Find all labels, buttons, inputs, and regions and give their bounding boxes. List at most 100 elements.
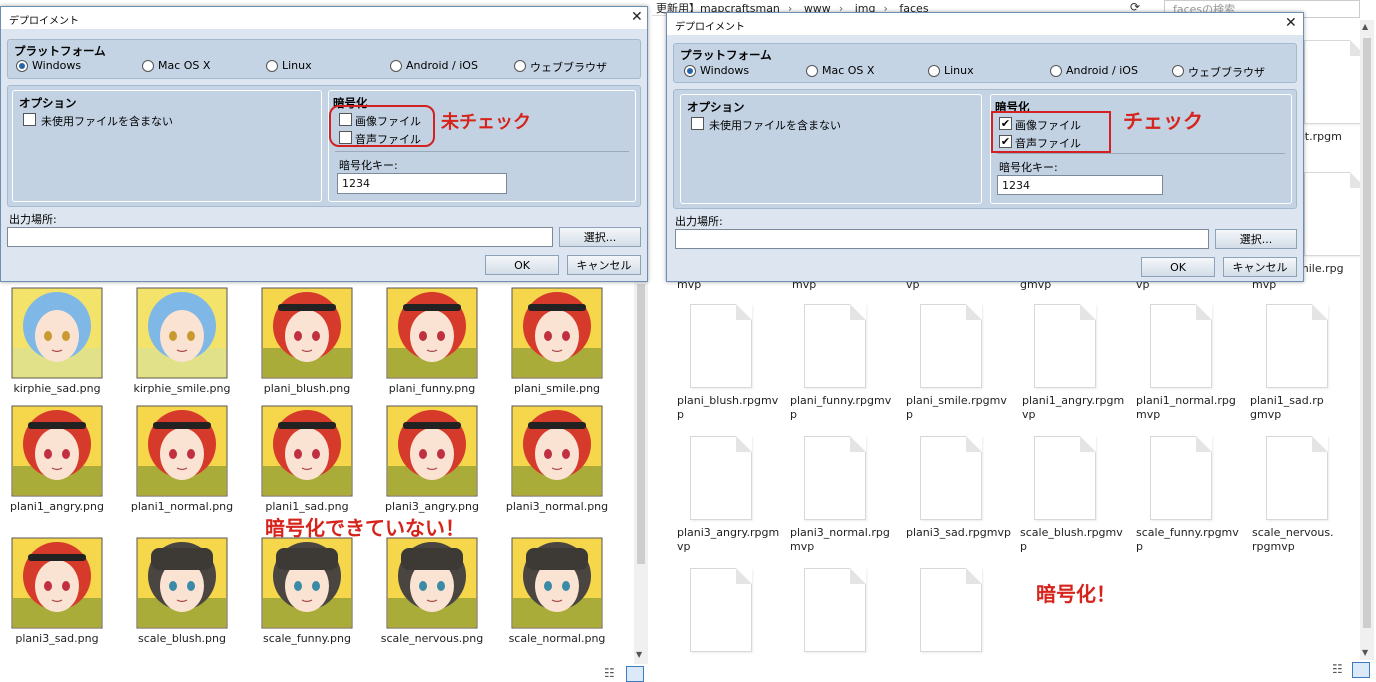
output-location-input[interactable] [7,227,553,247]
file-icon[interactable] [1266,304,1328,388]
exclude-unused-checkbox[interactable] [691,117,704,130]
file-name: scale_funny.rpgmvp [1136,526,1239,553]
file-name: scale_blush.rpgmvp [1020,526,1123,553]
file-name: plani1_sad.rpgmvp [1250,394,1324,421]
file-icon[interactable] [920,568,982,652]
file-icon[interactable] [1304,172,1366,256]
options-label: オプション [19,96,77,110]
radio-label: Android / iOS [1066,64,1138,77]
radio-label: Windows [32,59,82,72]
file-name: plani_blush.rpgmvp [677,394,779,421]
radio-linux[interactable] [266,60,278,72]
exclude-unused-label: 未使用ファイルを含まない [41,115,173,128]
radio-macos[interactable] [142,60,154,72]
file-name: kirphie_sad.png [13,382,101,395]
radio-label: Mac OS X [822,64,875,77]
file-name: plani_blush.png [263,382,351,395]
radio-label: Linux [944,64,974,77]
file-name: plani3_sad.rpgmvp [906,526,1011,539]
file-icon[interactable] [690,568,752,652]
vertical-scrollbar[interactable]: ▲ ▼ [1360,20,1374,660]
deploy-dialog-checked: デプロイメント ✕ プラットフォーム Windows Mac OS X Linu… [666,12,1304,282]
file-icon[interactable] [920,436,982,520]
browse-button[interactable]: 選択... [1215,229,1297,249]
close-icon[interactable]: ✕ [1285,15,1297,31]
radio-android-ios[interactable] [1050,65,1062,77]
ok-button[interactable]: OK [1141,257,1215,277]
file-icon[interactable] [1150,436,1212,520]
radio-label: ウェブブラウザ [1188,66,1265,79]
platform-label: プラットフォーム [680,48,772,62]
radio-web-browser[interactable] [514,60,526,72]
scroll-up-icon[interactable]: ▲ [1362,22,1368,31]
exclude-unused-label: 未使用ファイルを含まない [709,119,841,132]
file-icon[interactable] [1266,436,1328,520]
file-name: plani1_angry.rpgmvp [1022,394,1125,421]
file-icon[interactable] [690,436,752,520]
output-location-label: 出力場所: [9,213,57,226]
output-location-input[interactable] [675,229,1209,249]
file-name: plani1_angry.png [10,500,104,513]
encryption-key-label: 暗号化キー: [999,161,1058,174]
file-name: kirphie_smile.png [133,382,231,395]
file-icon[interactable] [1304,40,1366,124]
file-icon[interactable] [690,304,752,388]
deploy-dialog-unchecked: デプロイメント ✕ プラットフォーム Windows Mac OS X Linu… [0,6,648,282]
file-name: plani3_angry.rpgmvp [677,526,780,553]
radio-label: Windows [700,64,750,77]
dialog-title: デプロイメント [667,13,1303,35]
annotation-not-encrypted: 暗号化できていない！ [265,516,465,540]
platform-label: プラットフォーム [14,44,106,58]
output-location-label: 出力場所: [675,215,723,228]
file-icon[interactable] [804,304,866,388]
file-name: plani1_normal.rpgmvp [1136,394,1236,421]
ok-button[interactable]: OK [485,255,559,275]
large-icons-view-icon[interactable] [1352,662,1370,678]
options-container: オプション 未使用ファイルを含まない 暗号化 ✔ 画像ファイル ✔ 音声ファイル… [673,89,1297,209]
annotation-unchecked: 未チェック [441,112,531,133]
radio-macos[interactable] [806,65,818,77]
encryption-key-input[interactable]: 1234 [997,175,1163,195]
file-name: scale_nervous.png [380,632,484,645]
file-name: plani_smile.rpgmvp [906,394,1007,421]
file-icon[interactable] [804,436,866,520]
dialog-title: デプロイメント [1,7,647,29]
scroll-down-icon[interactable]: ▼ [636,650,642,659]
details-view-icon[interactable]: ☷ [1332,662,1343,676]
radio-label: Linux [282,59,312,72]
radio-windows[interactable] [684,65,696,77]
radio-android-ios[interactable] [390,60,402,72]
file-name: scale_funny.png [262,632,351,645]
file-name: plani3_normal.png [505,500,609,513]
cancel-button[interactable]: キャンセル [567,255,641,275]
file-icon[interactable] [1150,304,1212,388]
file-name: plani_funny.png [388,382,476,395]
platform-group: プラットフォーム Windows Mac OS X Linux Android … [7,39,641,79]
browse-button[interactable]: 選択... [559,227,641,247]
radio-linux[interactable] [928,65,940,77]
file-name: scale_normal.png [508,632,606,645]
radio-label: Android / iOS [406,59,478,72]
file-icon[interactable] [804,568,866,652]
file-icon[interactable] [1034,304,1096,388]
exclude-unused-checkbox[interactable] [23,113,36,126]
scroll-thumb[interactable] [637,284,645,564]
annotation-checked: チェック [1123,109,1203,133]
cancel-button[interactable]: キャンセル [1223,257,1297,277]
encryption-key-input[interactable]: 1234 [337,173,507,194]
close-icon[interactable]: ✕ [631,9,643,25]
file-name: plani_funny.rpgmvp [790,394,892,421]
radio-windows[interactable] [16,60,28,72]
radio-web-browser[interactable] [1172,65,1184,77]
scroll-down-icon[interactable]: ▼ [1362,648,1368,657]
vertical-scrollbar[interactable]: ▼ [634,282,648,664]
file-name: plani_smile.png [513,382,601,395]
scroll-thumb[interactable] [1363,38,1371,628]
divider [997,153,1285,154]
encryption-key-label: 暗号化キー: [339,159,398,172]
file-icon[interactable] [920,304,982,388]
file-icon[interactable] [1034,436,1096,520]
file-name: plani3_normal.rpgmvp [790,526,890,553]
platform-group: プラットフォーム Windows Mac OS X Linux Android … [673,43,1297,83]
radio-label: ウェブブラウザ [530,61,607,74]
